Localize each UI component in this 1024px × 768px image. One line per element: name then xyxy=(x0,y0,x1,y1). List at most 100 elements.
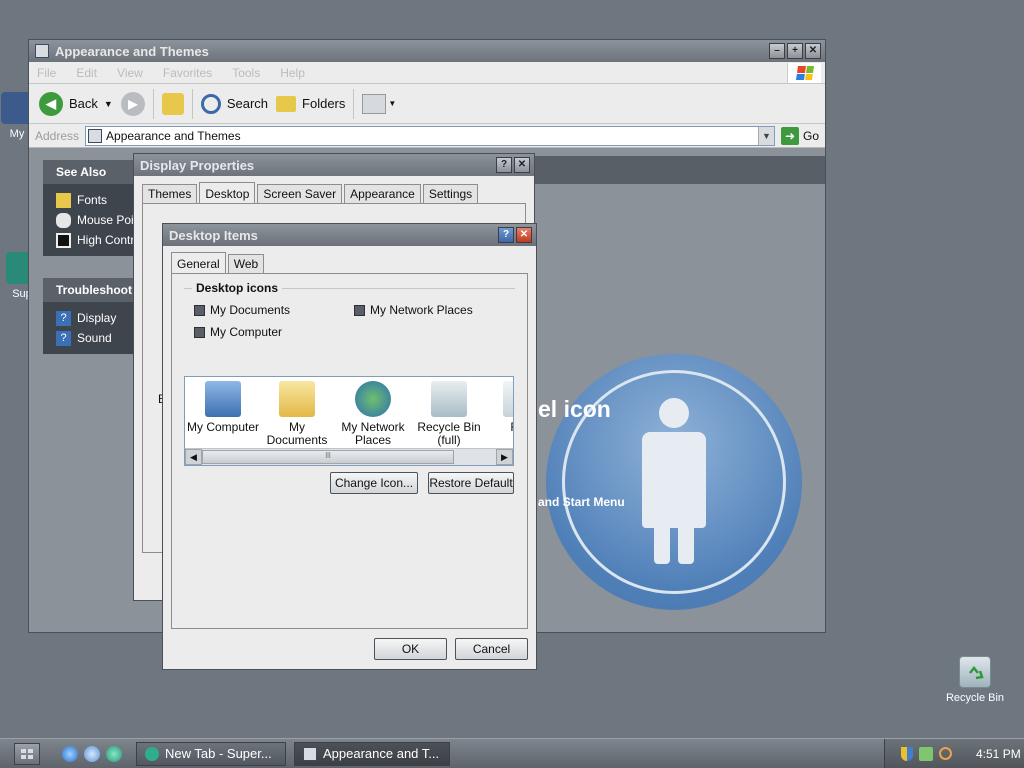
see-also-panel: See Also Fonts Mouse Poir High Contra xyxy=(43,160,133,256)
display-properties-tabs: Themes Desktop Screen Saver Appearance S… xyxy=(134,176,534,203)
sidebar-item-fonts[interactable]: Fonts xyxy=(56,190,133,210)
folder-icon xyxy=(56,192,71,208)
back-button[interactable]: ◀ Back ▼ xyxy=(39,91,113,116)
list-item-my-computer[interactable]: My Computer xyxy=(185,379,263,434)
views-icon[interactable] xyxy=(362,93,387,114)
scroll-left-button[interactable]: ◀ xyxy=(185,449,202,465)
help-icon: ? xyxy=(56,330,71,346)
maximize-button[interactable]: + xyxy=(787,43,803,59)
menu-favorites[interactable]: Favorites xyxy=(163,66,212,80)
separator xyxy=(152,88,154,119)
tab-general[interactable]: General xyxy=(171,252,226,273)
menu-file[interactable]: File xyxy=(37,66,56,80)
network-icon[interactable] xyxy=(919,746,933,761)
desktop-items-dialog: Desktop Items ? ✕ General Web Desktop ic… xyxy=(162,223,537,670)
forward-button[interactable]: ▶ xyxy=(120,91,145,116)
address-input[interactable]: Appearance and Themes ▼ xyxy=(85,125,775,146)
close-button[interactable]: ✕ xyxy=(514,157,530,173)
see-also-title[interactable]: See Also xyxy=(43,160,133,184)
ok-button[interactable]: OK xyxy=(374,638,447,660)
my-computer-icon xyxy=(205,381,241,417)
control-panel-icon xyxy=(88,128,103,143)
sidebar-item-sound[interactable]: ? Sound xyxy=(56,328,133,348)
help-button[interactable]: ? xyxy=(496,157,512,173)
checkbox-box xyxy=(194,304,205,316)
menu-edit[interactable]: Edit xyxy=(76,66,97,80)
desktop-items-tabs: General Web xyxy=(163,246,536,273)
go-arrow-icon: ➜ xyxy=(780,126,799,145)
my-computer-checkbox[interactable]: My Computer xyxy=(194,325,282,339)
desktop-icons-group: Desktop icons My Documents My Network Pl… xyxy=(184,281,515,363)
list-item-my-network-places[interactable]: My Network Places xyxy=(333,379,413,447)
browser-icon[interactable] xyxy=(62,745,78,762)
up-folder-icon[interactable] xyxy=(161,92,184,115)
display-properties-titlebar[interactable]: Display Properties ? ✕ xyxy=(134,154,534,176)
search-button[interactable]: Search xyxy=(200,93,268,114)
desktop-items-title: Desktop Items xyxy=(169,227,258,243)
folders-button[interactable]: Folders xyxy=(276,95,345,112)
cancel-button[interactable]: Cancel xyxy=(455,638,528,660)
sidebar-item-high-contrast[interactable]: High Contra xyxy=(56,230,133,250)
desktop-icon-recycle-bin[interactable]: Recycle Bin xyxy=(940,656,1010,704)
list-item-recycle-bin-empty[interactable]: Rec (e xyxy=(481,379,513,447)
scroll-thumb[interactable]: lll xyxy=(202,450,454,464)
tab-appearance[interactable]: Appearance xyxy=(344,184,421,203)
taskbar-button-new-tab[interactable]: New Tab - Super... xyxy=(136,741,286,766)
display-properties-title: Display Properties xyxy=(140,157,255,173)
network-places-icon xyxy=(355,381,391,417)
tab-screen-saver[interactable]: Screen Saver xyxy=(257,184,343,203)
my-documents-checkbox[interactable]: My Documents xyxy=(194,303,290,317)
media-icon[interactable] xyxy=(84,745,100,762)
change-icon-button[interactable]: Change Icon... xyxy=(330,472,418,494)
windows-logo-icon xyxy=(787,63,821,83)
control-panel-icon xyxy=(303,746,317,761)
help-button[interactable]: ? xyxy=(498,227,514,243)
start-button[interactable] xyxy=(14,742,40,765)
taskbar-button-appearance[interactable]: Appearance and T... xyxy=(294,741,450,766)
help-icon: ? xyxy=(56,310,71,326)
close-button[interactable]: ✕ xyxy=(805,43,821,59)
menubar: File Edit View Favorites Tools Help xyxy=(29,62,825,84)
go-button[interactable]: ➜ Go xyxy=(780,126,819,145)
general-panel: Desktop icons My Documents My Network Pl… xyxy=(171,273,528,629)
menu-tools[interactable]: Tools xyxy=(232,66,260,80)
messenger-icon[interactable] xyxy=(106,745,122,762)
checkbox-box xyxy=(194,326,205,338)
my-network-places-checkbox[interactable]: My Network Places xyxy=(354,303,473,317)
panel-subtitle[interactable]: and Start Menu xyxy=(538,495,625,509)
folder-icon xyxy=(276,95,297,112)
panel-title: el icon xyxy=(538,396,611,422)
desktop-items-titlebar[interactable]: Desktop Items ? ✕ xyxy=(163,224,536,246)
horizontal-scrollbar[interactable]: ◀ lll ▶ xyxy=(185,448,513,465)
minimize-button[interactable]: – xyxy=(769,43,785,59)
menu-help[interactable]: Help xyxy=(280,66,305,80)
security-shield-icon[interactable] xyxy=(901,746,913,761)
tab-themes[interactable]: Themes xyxy=(142,184,198,203)
clock[interactable]: 4:51 PM xyxy=(976,747,1021,761)
tab-settings[interactable]: Settings xyxy=(422,184,479,203)
explorer-titlebar[interactable]: Appearance and Themes – + ✕ xyxy=(29,40,825,62)
quick-launch xyxy=(62,745,122,762)
list-item-recycle-bin-full[interactable]: Recycle Bin (full) xyxy=(409,379,489,447)
menu-view[interactable]: View xyxy=(117,66,143,80)
my-documents-icon xyxy=(279,381,315,417)
back-arrow-icon: ◀ xyxy=(39,91,63,116)
address-dropdown-button[interactable]: ▼ xyxy=(757,126,774,145)
chevron-down-icon[interactable]: ▼ xyxy=(104,99,113,109)
scroll-right-button[interactable]: ▶ xyxy=(496,449,513,465)
search-icon[interactable] xyxy=(939,747,952,760)
tab-web[interactable]: Web xyxy=(227,254,265,273)
tab-desktop[interactable]: Desktop xyxy=(199,182,256,203)
explorer-title: Appearance and Themes xyxy=(55,43,209,59)
list-item-my-documents[interactable]: My Documents xyxy=(257,379,337,447)
separator xyxy=(191,88,193,119)
chevron-down-icon[interactable]: ▼ xyxy=(388,99,396,108)
taskbar: New Tab - Super... Appearance and T... 4… xyxy=(0,738,1024,768)
desktop-icon-list: My Computer My Documents My Network Plac… xyxy=(184,376,514,466)
troubleshoot-title[interactable]: Troubleshoot xyxy=(43,278,133,302)
restore-default-button[interactable]: Restore Default xyxy=(428,472,514,494)
sidebar-item-display[interactable]: ? Display xyxy=(56,308,133,328)
close-button[interactable]: ✕ xyxy=(516,227,532,243)
sidebar-item-mouse-pointers[interactable]: Mouse Poir xyxy=(56,210,133,230)
browser-icon xyxy=(145,746,159,761)
